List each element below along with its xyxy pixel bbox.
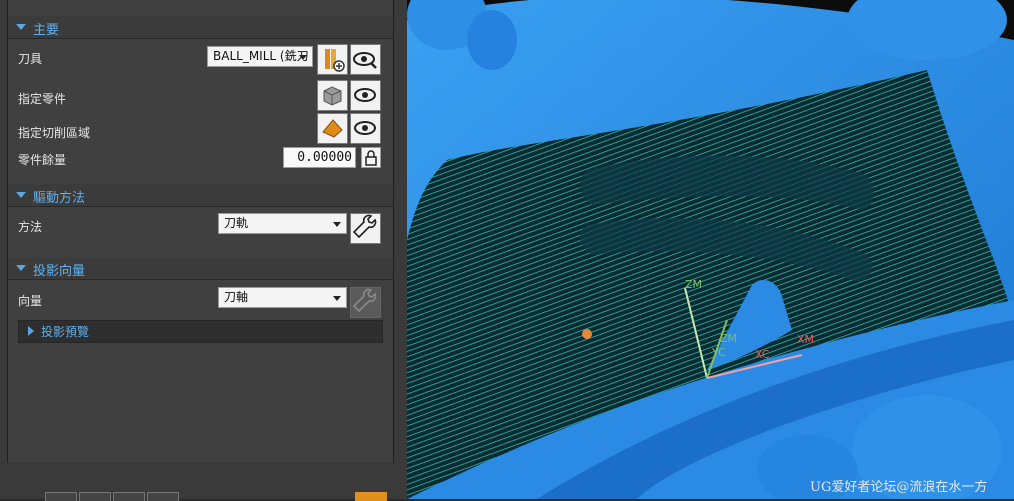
- vector-dropdown-value: 刀軸: [224, 290, 249, 304]
- axis-yc-label: YC: [711, 346, 726, 359]
- graphics-viewport[interactable]: ZM ZM YC XC XM UG爱好者论坛@流浪在水一方: [407, 0, 1014, 499]
- specify-cut-area-label: 指定切削區域: [18, 126, 91, 140]
- footer-button[interactable]: [113, 492, 145, 501]
- eye-icon: [354, 88, 376, 102]
- collapse-triangle-icon: [16, 265, 26, 271]
- dialog-body: 主要 刀具 BALL_MILL (銑刀 指定零件 指定切削區域 零件餘量 0.0…: [7, 0, 394, 464]
- footer-button[interactable]: [147, 492, 179, 501]
- vector-label: 向量: [18, 294, 43, 308]
- section-main: 主要: [8, 16, 393, 39]
- section-projection-header[interactable]: 投影向量: [8, 257, 393, 280]
- section-drive-title: 驅動方法: [33, 191, 86, 206]
- wrench-icon: [352, 214, 377, 239]
- display-part-button[interactable]: [350, 80, 381, 111]
- method-dropdown-value: 刀軌: [224, 216, 249, 230]
- eye-wrench-icon: [353, 52, 377, 69]
- footer-button[interactable]: [79, 492, 111, 501]
- edit-drive-method-button[interactable]: [350, 213, 381, 244]
- axis-zm-label-2: ZM: [720, 332, 737, 345]
- collapse-triangle-icon: [16, 192, 26, 198]
- section-main-title: 主要: [33, 23, 60, 38]
- display-cut-area-button[interactable]: [350, 113, 381, 144]
- edit-display-tool-button[interactable]: [350, 44, 381, 75]
- collapse-triangle-icon: [16, 24, 26, 30]
- tool-label: 刀具: [18, 52, 43, 66]
- section-drive-method: 驅動方法: [8, 184, 393, 207]
- axis-xc-label: XC: [755, 348, 770, 361]
- expand-triangle-icon: [28, 326, 34, 336]
- section-projection-vector: 投影向量: [8, 257, 393, 280]
- projection-preview-label: 投影預覽: [41, 325, 90, 339]
- specify-part-label: 指定零件: [18, 92, 67, 106]
- section-drive-header[interactable]: 驅動方法: [8, 184, 393, 207]
- tool-dropdown-value: BALL_MILL (銑刀: [213, 49, 309, 63]
- axis-zm-label: ZM: [685, 278, 702, 291]
- part-icon: [323, 86, 342, 106]
- select-cut-area-button[interactable]: [317, 113, 348, 144]
- chevron-down-icon: [333, 296, 341, 301]
- new-tool-icon: [325, 49, 345, 72]
- method-dropdown[interactable]: 刀軌: [218, 213, 347, 234]
- tool-position-point: [582, 329, 592, 339]
- create-tool-button[interactable]: [317, 44, 348, 75]
- operation-dialog-panel: 主要 刀具 BALL_MILL (銑刀 指定零件 指定切削區域 零件餘量 0.0…: [0, 0, 407, 501]
- footer-ok-button[interactable]: [355, 492, 387, 501]
- select-part-button[interactable]: [317, 80, 348, 111]
- wrench-icon: [352, 288, 377, 313]
- vector-dropdown[interactable]: 刀軸: [218, 287, 347, 308]
- watermark-text: UG爱好者论坛@流浪在水一方: [810, 479, 987, 495]
- lock-icon: [365, 150, 377, 166]
- cut-area-icon: [322, 119, 343, 138]
- section-projection-title: 投影向量: [33, 264, 86, 279]
- part-stock-input[interactable]: 0.00000: [283, 147, 356, 168]
- part-stock-label: 零件餘量: [18, 153, 67, 167]
- lock-button[interactable]: [361, 147, 381, 168]
- cad-model-view[interactable]: ZM ZM YC XC XM UG爱好者论坛@流浪在水一方: [407, 0, 1014, 499]
- method-label: 方法: [18, 220, 43, 234]
- eye-icon: [354, 121, 376, 135]
- tool-dropdown[interactable]: BALL_MILL (銑刀: [207, 46, 313, 67]
- section-main-header[interactable]: 主要: [8, 16, 393, 39]
- footer-button[interactable]: [45, 492, 77, 501]
- projection-preview-group[interactable]: 投影預覽: [18, 320, 383, 343]
- chevron-down-icon: [299, 55, 307, 60]
- chevron-down-icon: [333, 222, 341, 227]
- edit-vector-button[interactable]: [350, 287, 381, 318]
- axis-xm-label: XM: [797, 333, 814, 346]
